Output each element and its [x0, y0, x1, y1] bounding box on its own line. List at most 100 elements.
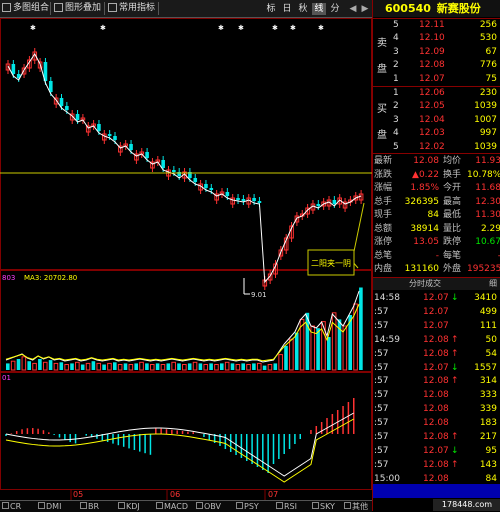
trade-price: 12.08: [423, 334, 449, 345]
tab-indicator-6[interactable]: PSY: [236, 501, 259, 512]
low-price-label: 9.01: [251, 291, 267, 299]
buy-order-row: 5 12.02 1039: [373, 141, 500, 153]
checkbox-icon: [2, 3, 11, 12]
volume-bar: [85, 362, 91, 371]
stat-label: 涨停: [374, 237, 393, 247]
trade-volume: 314: [479, 376, 497, 387]
volume-bar: [160, 364, 166, 371]
volume-bar: [102, 364, 106, 370]
trade-row: :57 12.07 ↓ 95: [373, 445, 500, 457]
tab-indicator-9[interactable]: 其他: [344, 501, 368, 512]
tab-indicator-7[interactable]: RSI: [276, 501, 297, 512]
order-volume: 1007: [474, 114, 497, 125]
stat-value: 326395: [404, 196, 439, 207]
volume-bar: [21, 356, 27, 371]
trade-time: 14:59: [374, 334, 400, 345]
order-level: 5: [393, 141, 399, 152]
order-level: 5: [393, 20, 399, 30]
checkbox-icon: [80, 502, 87, 509]
tab-period-3[interactable]: 线: [312, 3, 326, 15]
signal-marker-icon: ✱: [272, 24, 278, 32]
indicator-tab-bar: CR DMI BR KDJ MACD OBV PSY RSI SKY 其他: [0, 500, 372, 512]
checkbox-icon: [344, 502, 351, 509]
common-indicator-button[interactable]: 常用指标: [108, 2, 155, 15]
tab-indicator-5[interactable]: OBV: [196, 501, 221, 512]
order-volume: 75: [485, 73, 497, 84]
order-level: 1: [393, 73, 399, 84]
quote-panel: 600540 新赛股份 卖 盘 5 12.11 256 4 12.10 530 3 12.09…: [372, 0, 500, 511]
watermark: 178448.com: [433, 499, 500, 511]
multi-chart-combo-button[interactable]: 多图组合: [2, 2, 49, 15]
signal-marker-icon: ✱: [100, 24, 106, 32]
tab-period-4[interactable]: 分: [328, 3, 342, 15]
overlay-graph-button[interactable]: 图形叠加: [54, 2, 101, 15]
candle-body: [65, 106, 69, 110]
volume-bar: [16, 359, 21, 370]
tab-indicator-2[interactable]: BR: [80, 501, 99, 512]
tab-indicator-3[interactable]: KDJ: [118, 501, 140, 512]
chart-toolbar: 多图组合 图形叠加 常用指标 标 日 秋 线 分 ◀ ▶: [0, 0, 372, 18]
chevron-right-icon[interactable]: ▶: [358, 3, 372, 15]
candle-body: [332, 200, 337, 204]
stat-value: 38914: [410, 223, 439, 234]
sell-order-row: 2 12.08 776: [373, 59, 500, 71]
order-price: 12.04: [419, 114, 445, 125]
order-price: 12.09: [419, 46, 445, 57]
volume-bar: [149, 364, 155, 371]
trade-price: 12.07: [423, 445, 449, 456]
volume-bar: [209, 363, 213, 370]
trades-detail-tab[interactable]: 细: [489, 278, 497, 290]
stat-row: 涨停 13.05 跌停 10.67: [373, 236, 500, 248]
order-price: 12.03: [419, 128, 445, 139]
tab-indicator-1[interactable]: DMI: [38, 501, 61, 512]
stat-label: 跌停: [443, 237, 462, 247]
candle-body: [113, 136, 117, 140]
stat-row: 涨幅 1.85% 今开 11.68: [373, 182, 500, 194]
tab-indicator-0[interactable]: CR: [2, 501, 21, 512]
candle-body: [316, 204, 321, 206]
stat-value: 195235: [467, 264, 500, 274]
candle-body: [59, 98, 64, 106]
tab-period-2[interactable]: 秋: [296, 3, 310, 15]
tab-indicator-4[interactable]: MACD: [156, 501, 188, 512]
tab-indicator-8[interactable]: SKY: [312, 501, 335, 512]
buy-order-row: 3 12.04 1007: [373, 114, 500, 126]
order-price: 12.05: [419, 101, 445, 112]
tab-period-0[interactable]: 标: [264, 3, 278, 15]
volume-bar: [289, 338, 294, 371]
trade-time: :57: [374, 404, 389, 415]
tab-period-1[interactable]: 日: [280, 3, 294, 15]
volume-bar: [327, 337, 331, 370]
toolbar-divider: [50, 2, 51, 15]
candle-body: [107, 134, 112, 136]
volume-bar: [246, 364, 251, 371]
trade-row: :57 12.07 ↓ 1557: [373, 362, 500, 374]
trade-time: :57: [374, 432, 389, 442]
kline-chart[interactable]: ✱ ✱ ✱ ✱ ✱ ✱ ✱ 二阳夹一阴 9.01 803 MA3: 20702.80 01 …: [0, 18, 372, 500]
sell-order-row: 1 12.07 75: [373, 73, 500, 85]
trade-price: 12.07: [423, 362, 449, 373]
stat-value: 12.30: [475, 196, 500, 207]
stat-label: 涨跌: [374, 169, 393, 180]
candle-body: [11, 64, 16, 74]
trade-price: 12.08: [423, 459, 449, 470]
stock-code: 600540: [385, 2, 431, 15]
stat-label: 今开: [443, 183, 462, 193]
order-level: 3: [393, 46, 399, 57]
volume-bar: [10, 360, 16, 371]
stat-value: 10.78%: [467, 169, 500, 180]
stat-label: 量比: [443, 223, 462, 234]
volume-bar: [241, 363, 245, 370]
order-volume: 776: [479, 60, 497, 71]
stat-label: 总额: [374, 223, 393, 234]
candle-body: [241, 199, 246, 201]
trade-price: 12.08: [423, 432, 449, 442]
stat-label: 最低: [443, 210, 462, 220]
volume-bar: [278, 354, 283, 371]
order-level: 4: [393, 33, 399, 44]
stat-label: 外盘: [443, 264, 462, 274]
volume-bar: [177, 363, 181, 370]
sell-order-row: 4 12.10 530: [373, 32, 500, 44]
stat-value: 11.68: [475, 183, 500, 193]
order-volume: 67: [485, 46, 497, 57]
